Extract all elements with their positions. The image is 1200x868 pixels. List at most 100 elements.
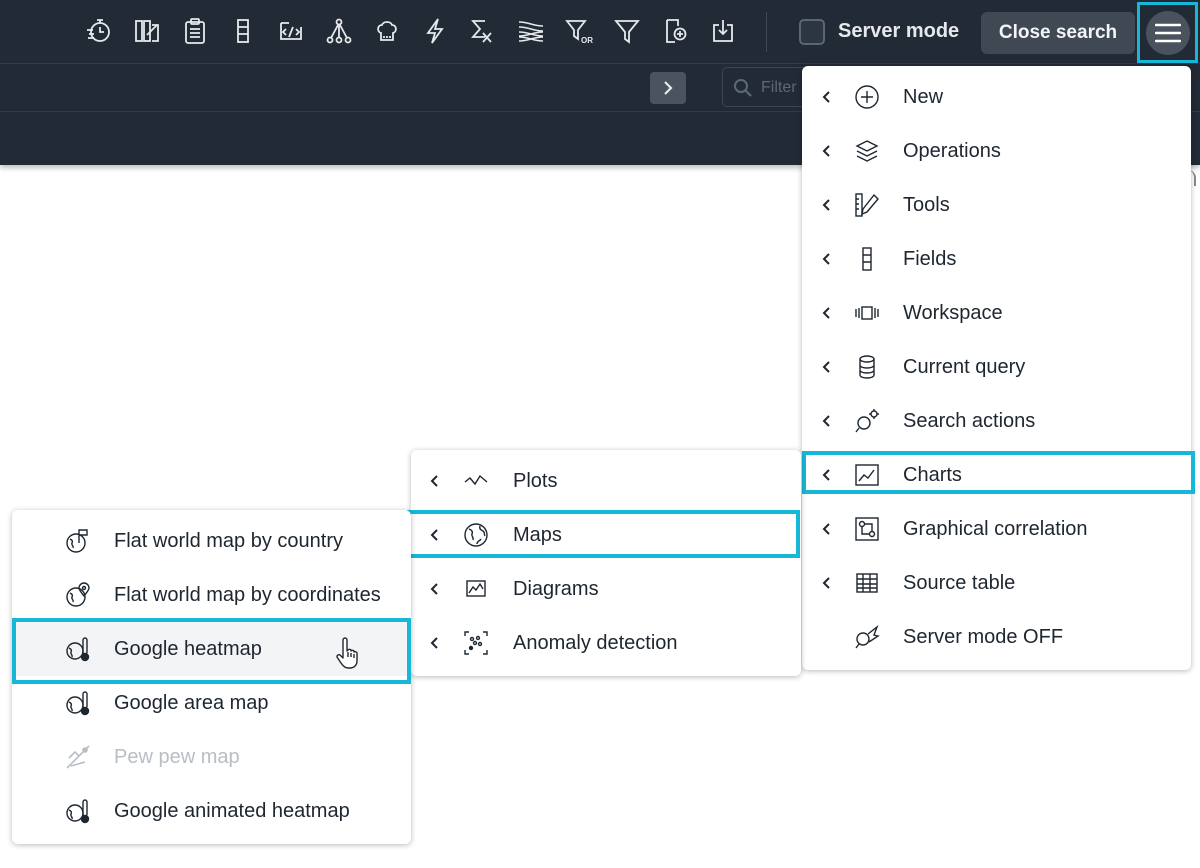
plus-circle-icon xyxy=(855,85,879,109)
globe-thermometer-icon xyxy=(66,637,90,662)
main-menu-panel: New Operations Tools Fields Workspace Cu… xyxy=(802,66,1191,670)
menu-item-label: Server mode OFF xyxy=(903,626,1064,648)
menu-item-operations[interactable]: Operations xyxy=(802,124,1191,178)
menu-item-label: Pew pew map xyxy=(114,746,240,768)
timer-icon[interactable] xyxy=(83,14,115,48)
chevron-left-icon xyxy=(822,577,830,589)
expand-panel-button[interactable] xyxy=(650,72,686,104)
menu-item-label: Graphical correlation xyxy=(903,518,1088,540)
menu-item-maps[interactable]: Maps xyxy=(411,508,801,562)
chevron-left-icon xyxy=(430,583,438,595)
ruler-pencil-icon xyxy=(855,193,879,217)
menu-item-label: Plots xyxy=(513,470,558,492)
menu-item-label: Current query xyxy=(903,356,1026,378)
main-menu-button[interactable] xyxy=(1145,10,1190,55)
chevron-left-icon xyxy=(822,523,830,535)
table-icon xyxy=(856,573,878,593)
menu-item-current-query[interactable]: Current query xyxy=(802,340,1191,394)
hide-columns-icon[interactable] xyxy=(131,14,163,48)
close-search-button[interactable]: Close search xyxy=(981,12,1135,54)
menu-item-tools[interactable]: Tools xyxy=(802,178,1191,232)
toolbar-divider xyxy=(766,12,767,52)
chevron-left-icon xyxy=(822,307,830,319)
globe-thermometer-icon xyxy=(66,691,90,716)
filter-input[interactable]: Filter xyxy=(722,67,812,107)
chevron-left-icon xyxy=(822,253,830,265)
chevron-left-icon xyxy=(430,529,438,541)
lightning-icon[interactable] xyxy=(419,14,451,48)
chevron-left-icon xyxy=(822,469,830,481)
code-icon[interactable] xyxy=(275,14,307,48)
menu-item-fields[interactable]: Fields xyxy=(802,232,1191,286)
main-menu-button-highlight xyxy=(1137,2,1198,63)
menu-item-label: Diagrams xyxy=(513,578,599,600)
menu-item-label: Search actions xyxy=(903,410,1036,432)
menu-item-label: New xyxy=(903,86,944,108)
server-mode-label: Server mode xyxy=(838,20,960,42)
filter-icon[interactable] xyxy=(611,14,643,48)
globe-flag-icon xyxy=(66,529,88,553)
menu-item-label: Tools xyxy=(903,194,950,216)
field-column-icon xyxy=(862,247,872,271)
search-icon xyxy=(734,79,752,97)
menu-item-diagrams[interactable]: Diagrams xyxy=(411,562,801,616)
menu-item-flat-map-coordinates[interactable]: Flat world map by coordinates xyxy=(12,568,411,622)
menu-item-plots[interactable]: Plots xyxy=(411,454,801,508)
menu-item-label: Flat world map by coordinates xyxy=(114,584,381,606)
chevron-left-icon xyxy=(430,475,438,487)
menu-item-label: Anomaly detection xyxy=(513,632,678,654)
menu-item-pew-pew-map: Pew pew map xyxy=(12,730,411,784)
server-mode-icon xyxy=(855,624,880,649)
menu-item-flat-map-country[interactable]: Flat world map by country xyxy=(12,514,411,568)
filter-or-icon[interactable]: OR xyxy=(563,14,595,48)
search-gear-icon xyxy=(855,409,879,433)
globe-thermometer-icon xyxy=(66,799,90,824)
chevron-left-icon xyxy=(822,91,830,103)
menu-item-google-area-map[interactable]: Google area map xyxy=(12,676,411,730)
menu-item-label: Source table xyxy=(903,572,1016,594)
menu-item-server-mode-off[interactable]: Server mode OFF xyxy=(802,610,1191,664)
hand-pointer-icon xyxy=(336,637,358,669)
download-icon[interactable] xyxy=(707,14,739,48)
globe-icon xyxy=(464,523,488,547)
graph-nodes-icon[interactable] xyxy=(323,14,355,48)
pew-pew-icon xyxy=(66,745,90,769)
maps-submenu-panel: Flat world map by country Flat world map… xyxy=(12,510,411,844)
chevron-left-icon xyxy=(822,145,830,157)
sigma-formula-icon[interactable] xyxy=(467,14,499,48)
chevron-left-icon xyxy=(822,361,830,373)
menu-item-label: Maps xyxy=(513,524,562,546)
menu-item-charts[interactable]: Charts xyxy=(802,448,1191,502)
clipboard-icon[interactable] xyxy=(179,14,211,48)
svg-text:OR: OR xyxy=(581,36,593,45)
menu-item-workspace[interactable]: Workspace xyxy=(802,286,1191,340)
field-column-icon[interactable] xyxy=(227,14,259,48)
top-toolbar: OR Server mode Close search xyxy=(0,0,1200,63)
menu-item-search-actions[interactable]: Search actions xyxy=(802,394,1191,448)
menu-item-label: Google heatmap xyxy=(114,638,262,660)
menu-item-label: Google area map xyxy=(114,692,269,714)
chevron-left-icon xyxy=(822,415,830,427)
menu-item-graphical-correlation[interactable]: Graphical correlation xyxy=(802,502,1191,556)
charts-submenu-panel: Plots Maps Diagrams Anomaly detection xyxy=(411,450,801,676)
stack-icon[interactable] xyxy=(515,14,547,48)
add-document-icon[interactable] xyxy=(659,14,691,48)
chef-hat-icon[interactable] xyxy=(371,14,403,48)
menu-item-label: Google animated heatmap xyxy=(114,800,350,822)
diagram-icon xyxy=(466,580,486,597)
menu-item-new[interactable]: New xyxy=(802,70,1191,124)
anomaly-icon xyxy=(464,631,488,655)
menu-item-anomaly-detection[interactable]: Anomaly detection xyxy=(411,616,801,670)
menu-item-label: Flat world map by country xyxy=(114,530,343,552)
menu-item-google-animated-heatmap[interactable]: Google animated heatmap xyxy=(12,784,411,838)
layers-icon xyxy=(855,140,879,162)
menu-item-label: Charts xyxy=(903,464,962,486)
server-mode-checkbox[interactable] xyxy=(799,19,825,45)
correlation-icon xyxy=(855,517,879,541)
chevron-left-icon xyxy=(822,199,830,211)
menu-item-source-table[interactable]: Source table xyxy=(802,556,1191,610)
menu-item-label: Workspace xyxy=(903,302,1003,324)
chart-icon xyxy=(855,464,879,486)
database-icon xyxy=(859,355,875,379)
filter-placeholder: Filter xyxy=(761,79,797,96)
